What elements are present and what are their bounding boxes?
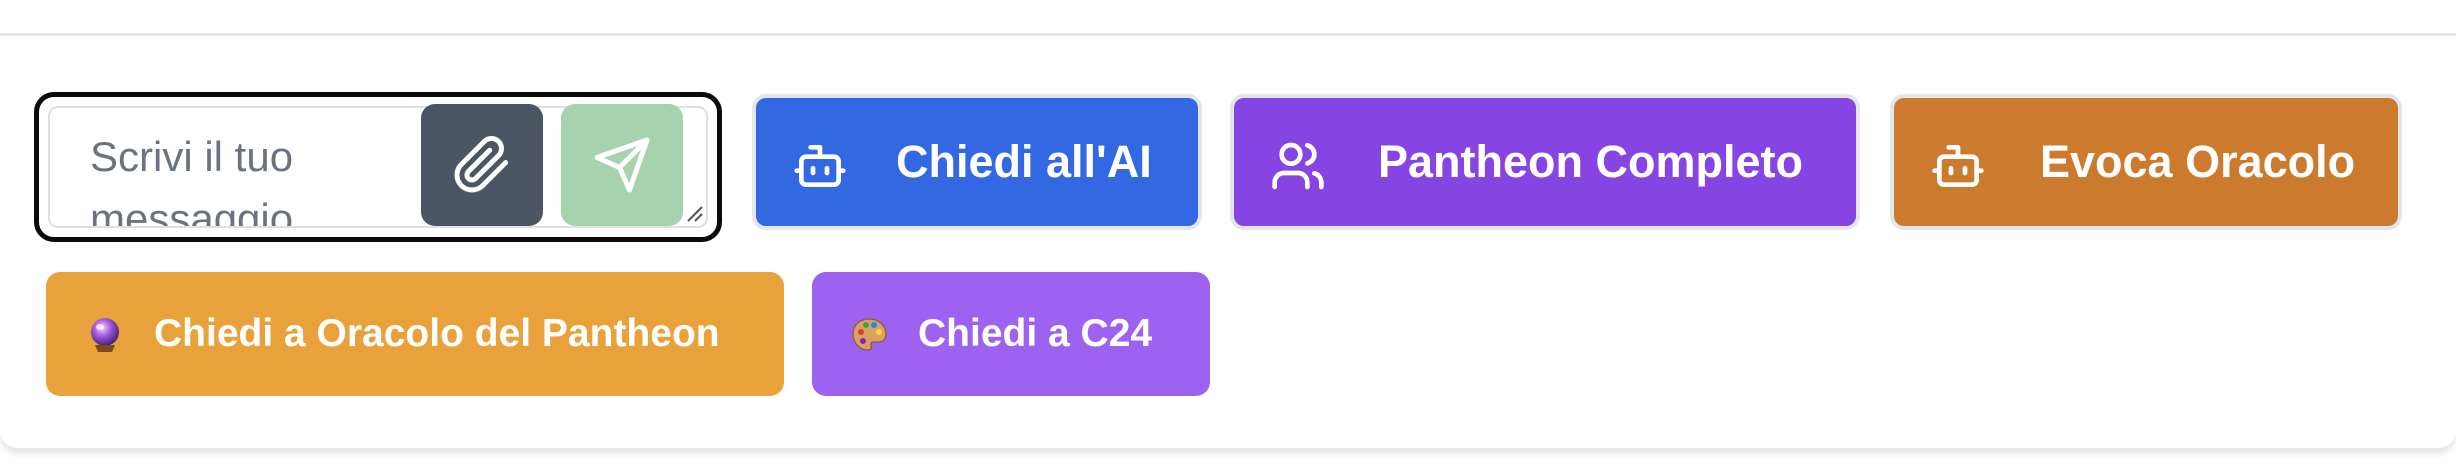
pantheon-completo-button[interactable]: Pantheon Completo bbox=[1230, 94, 1860, 230]
ask-oracolo-label: Chiedi a Oracolo del Pantheon bbox=[154, 312, 720, 355]
ask-ai-label: Chiedi all'AI bbox=[896, 136, 1152, 187]
pantheon-completo-label: Pantheon Completo bbox=[1378, 136, 1803, 187]
crystal-ball-icon bbox=[91, 318, 119, 352]
resize-handle-icon[interactable] bbox=[684, 203, 704, 223]
paperclip-icon bbox=[454, 135, 509, 193]
palette-icon bbox=[852, 318, 887, 351]
robot-icon bbox=[1932, 145, 1984, 188]
ask-ai-button[interactable]: Chiedi all'AI bbox=[752, 94, 1202, 230]
attach-button[interactable] bbox=[421, 104, 543, 226]
send-icon bbox=[594, 137, 650, 193]
evoca-oracolo-label: Evoca Oracolo bbox=[2040, 136, 2356, 187]
evoca-oracolo-button[interactable]: Evoca Oracolo bbox=[1890, 94, 2402, 230]
ask-c24-button[interactable]: Chiedi a C24 bbox=[812, 272, 1210, 396]
ask-c24-label: Chiedi a C24 bbox=[918, 312, 1153, 355]
users-icon bbox=[1272, 142, 1324, 190]
message-input[interactable] bbox=[50, 108, 430, 226]
send-button[interactable] bbox=[561, 104, 683, 226]
ask-oracolo-button[interactable]: Chiedi a Oracolo del Pantheon bbox=[46, 272, 784, 396]
top-divider bbox=[0, 0, 2456, 36]
robot-icon bbox=[794, 145, 846, 188]
